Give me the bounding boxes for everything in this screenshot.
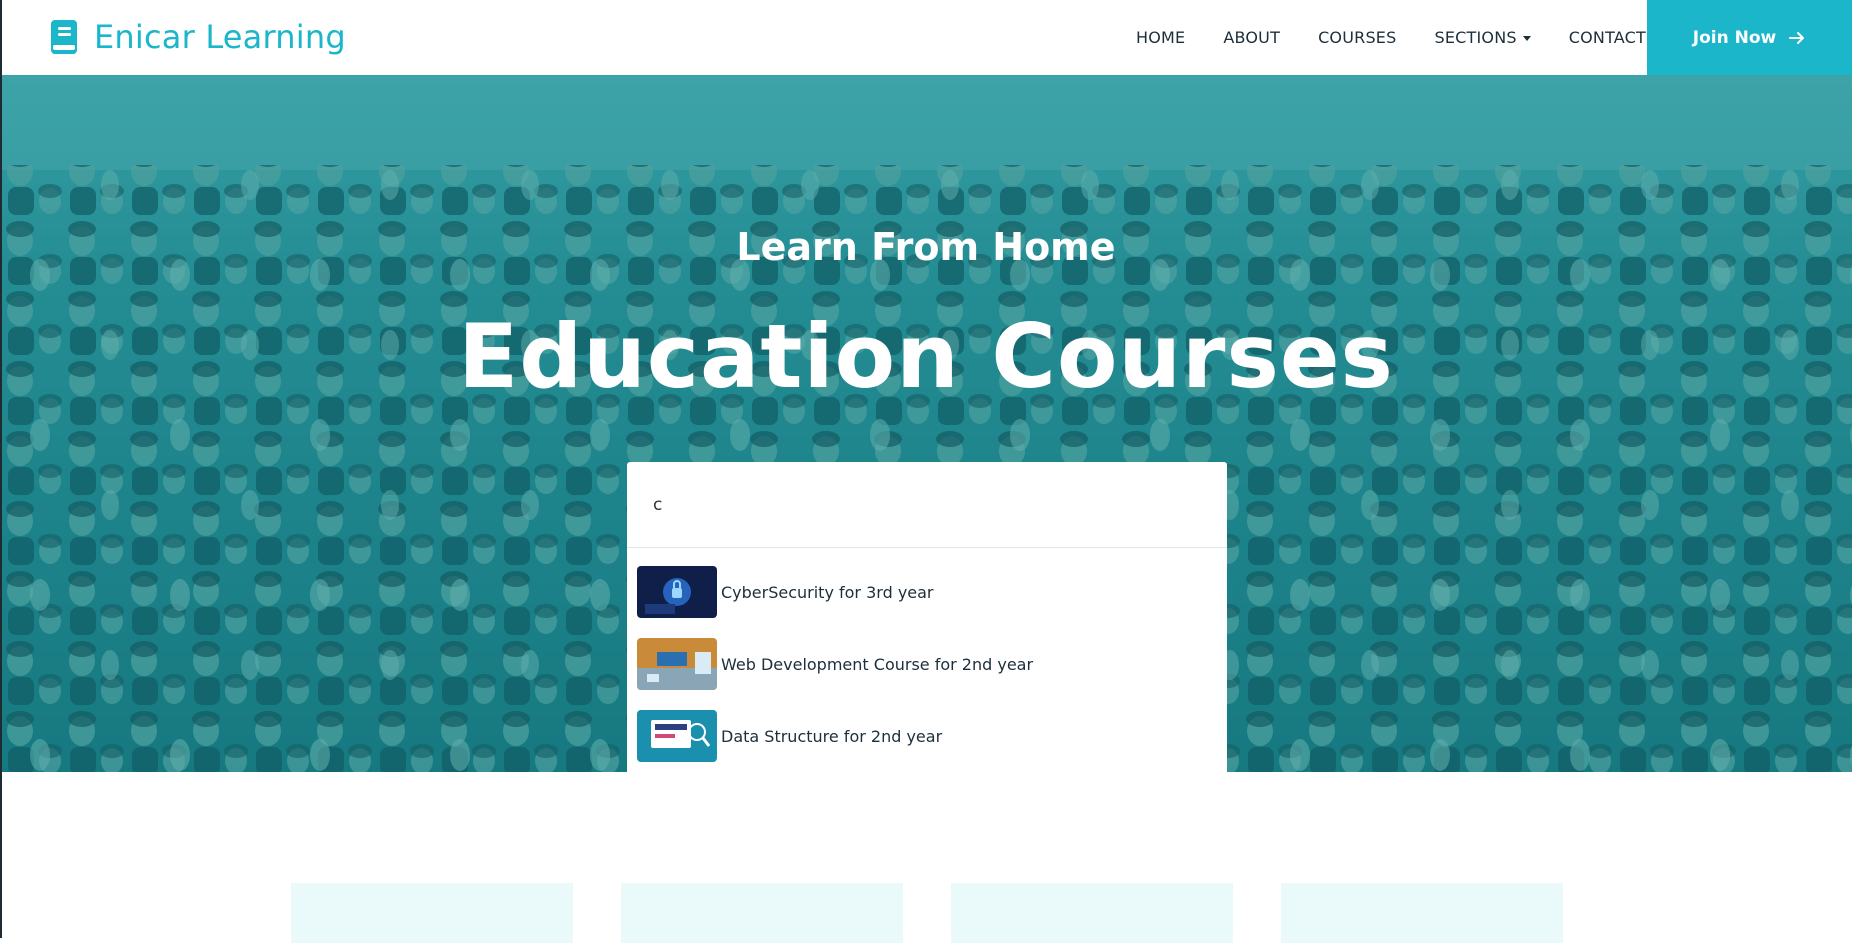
search-results-dropdown: CyberSecurity for 3rd year Web Developme… xyxy=(627,547,1227,772)
search-result-label: CyberSecurity for 3rd year xyxy=(721,582,934,602)
html-thumbnail xyxy=(637,638,717,690)
cybersecurity-thumbnail xyxy=(637,566,717,618)
search-result-item[interactable]: Web Development Course for 2nd year xyxy=(637,628,1227,700)
brand-name: Enicar Learning xyxy=(94,18,346,56)
search-result-label: Data Structure for 2nd year xyxy=(721,726,943,746)
nav-sections[interactable]: SECTIONS xyxy=(1434,28,1531,47)
feature-card xyxy=(1281,883,1563,943)
nav-sections-label: SECTIONS xyxy=(1434,28,1517,47)
arrow-right-icon xyxy=(1789,31,1805,44)
join-now-label: Join Now xyxy=(1692,27,1777,48)
book-icon xyxy=(51,20,77,54)
hero-section: Learn From Home Education Courses CyberS… xyxy=(0,75,1852,772)
hero-title: Education Courses xyxy=(458,305,1394,408)
search-result-label: Web Development Course for 2nd year xyxy=(721,654,1034,674)
feature-card xyxy=(621,883,903,943)
search-result-item[interactable]: Data Structure for 2nd year xyxy=(637,700,1227,772)
nav-about[interactable]: ABOUT xyxy=(1223,28,1280,47)
search-result-item[interactable]: CyberSecurity for 3rd year xyxy=(637,556,1227,628)
feature-card xyxy=(951,883,1233,943)
nav-contact[interactable]: CONTACT xyxy=(1569,28,1646,47)
main-nav: HOME ABOUT COURSES SECTIONS CONTACT xyxy=(1136,0,1684,75)
join-now-button[interactable]: Join Now xyxy=(1647,0,1852,75)
data-structure-thumbnail xyxy=(637,710,717,762)
hero-subtitle: Learn From Home xyxy=(736,225,1116,269)
brand-link[interactable]: Enicar Learning xyxy=(50,18,346,56)
navbar: Enicar Learning HOME ABOUT COURSES SECTI… xyxy=(0,0,1852,75)
nav-home[interactable]: HOME xyxy=(1136,28,1185,47)
left-edge xyxy=(0,0,2,938)
course-search: CyberSecurity for 3rd year Web Developme… xyxy=(627,462,1227,772)
feature-card xyxy=(291,883,573,943)
nav-courses[interactable]: COURSES xyxy=(1318,28,1396,47)
caret-down-icon xyxy=(1522,36,1531,41)
search-input[interactable] xyxy=(627,462,1227,547)
